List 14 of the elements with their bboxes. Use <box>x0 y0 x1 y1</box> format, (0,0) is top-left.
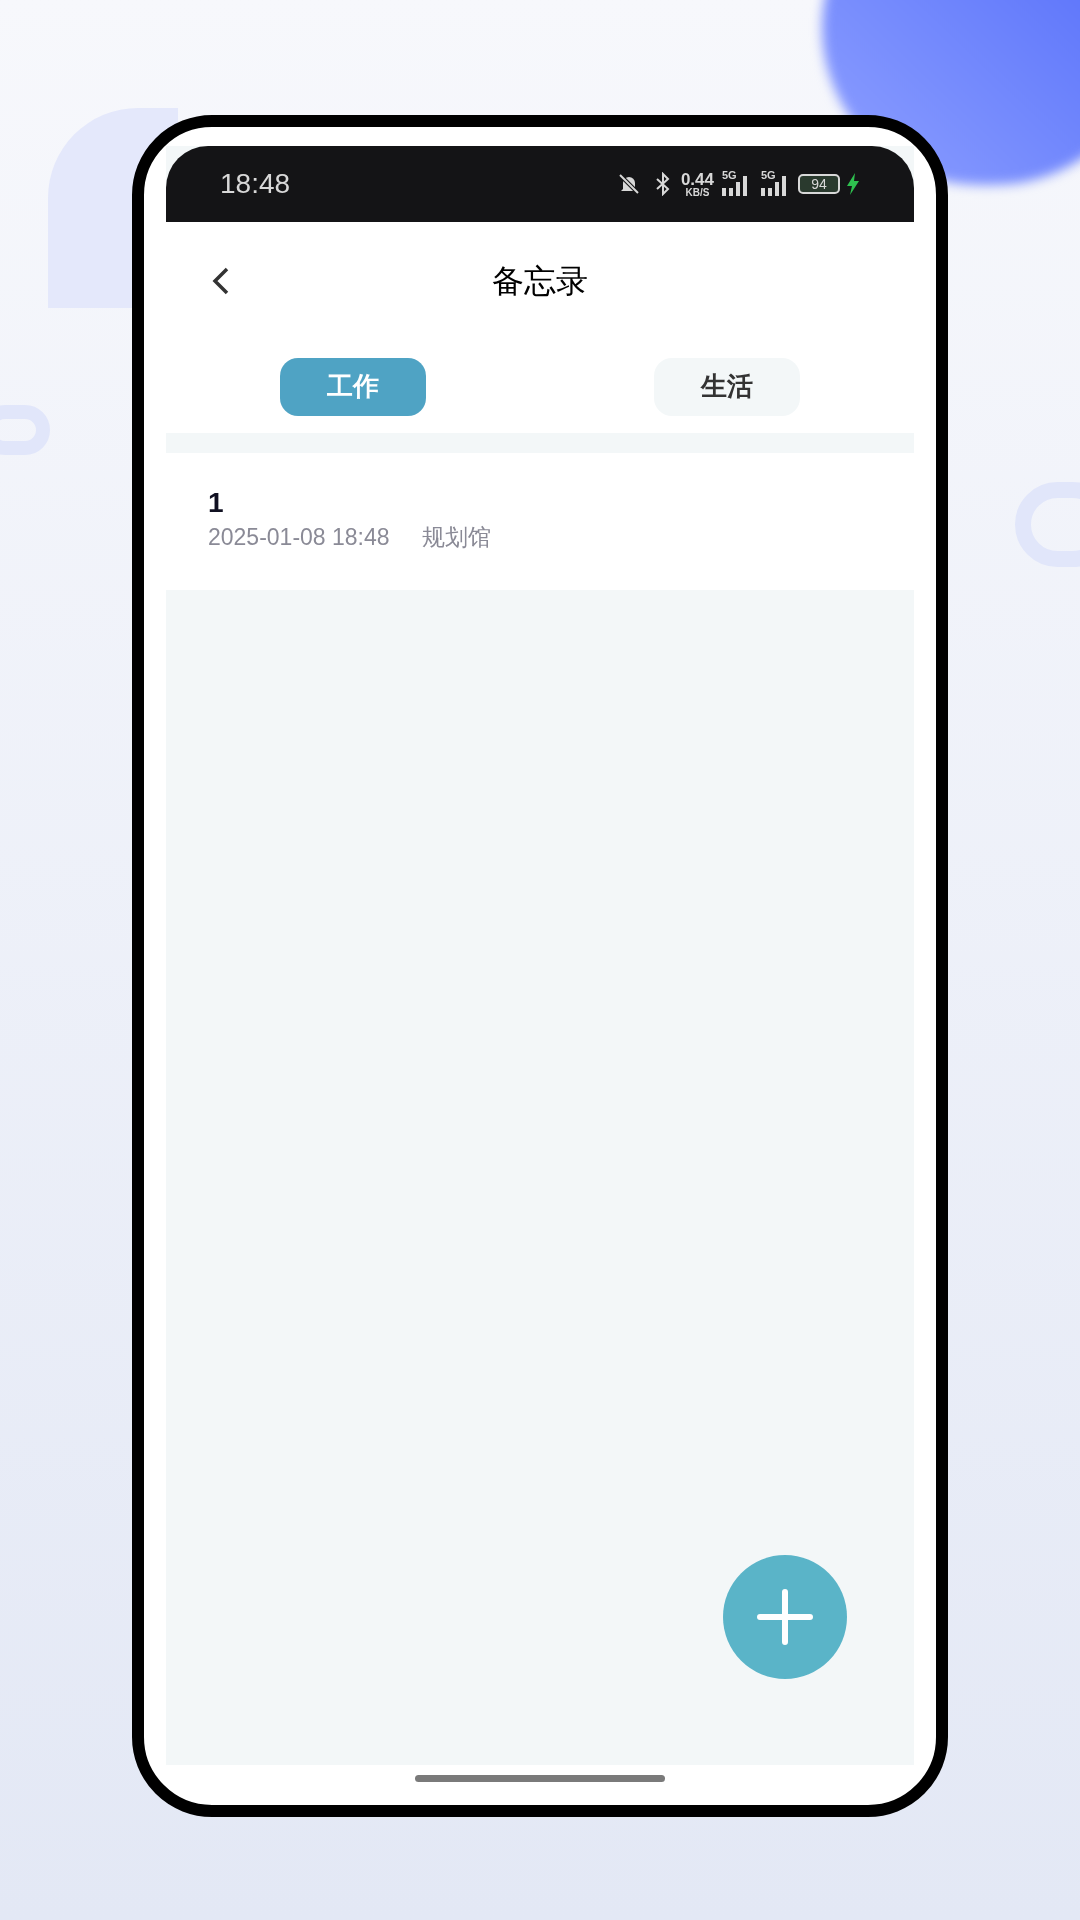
network-speed-unit: KB/S <box>685 187 710 198</box>
tab[interactable]: 生活 <box>654 357 800 416</box>
note-item[interactable]: 1 2025-01-08 18:48 规划馆 <box>166 453 914 590</box>
bluetooth-icon <box>654 172 671 196</box>
page-title: 备忘录 <box>492 262 588 301</box>
battery-level: 94 <box>811 177 827 191</box>
back-icon[interactable] <box>211 266 231 296</box>
network-speed: 0.44 <box>680 170 714 188</box>
note-date: 2025-01-08 18:48 <box>208 523 390 552</box>
bell-off-icon <box>616 172 641 196</box>
note-place: 规划馆 <box>421 523 491 552</box>
plus-icon <box>757 1589 813 1645</box>
status-time: 18:48 <box>220 167 291 201</box>
note-title: 1 <box>208 486 224 520</box>
